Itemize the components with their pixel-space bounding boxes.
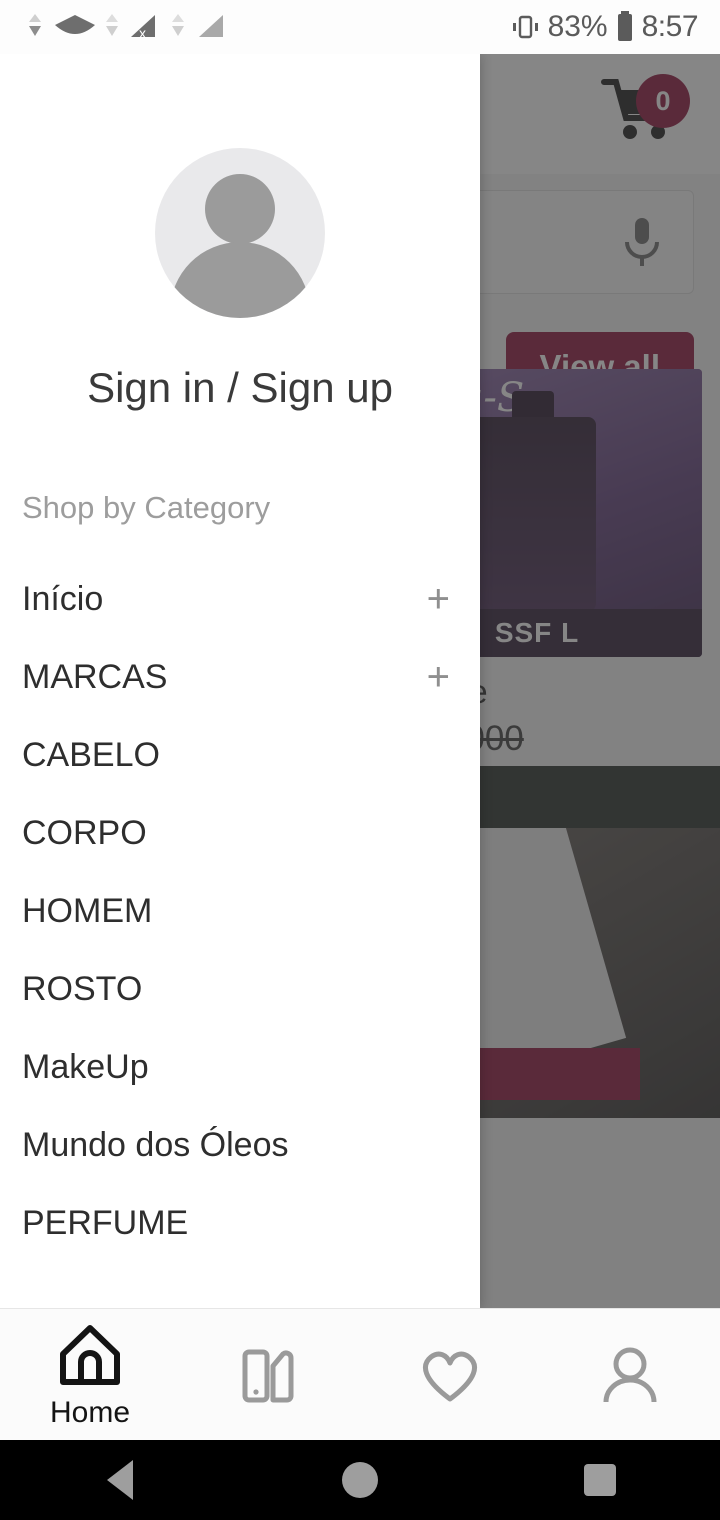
- sidebar-item-rosto[interactable]: ROSTO: [0, 950, 480, 1028]
- avatar-body-shape: [170, 242, 310, 318]
- status-bar-right-icons: 83% 8:57: [508, 10, 699, 44]
- sidebar-item-label: ROSTO: [22, 969, 143, 1008]
- drawer-menu-list: Início + MARCAS + CABELO CORPO HOMEM ROS…: [0, 560, 480, 1262]
- navigation-drawer: Sign in / Sign up Shop by Category Iníci…: [0, 54, 480, 1308]
- bottom-nav-wishlist[interactable]: [360, 1309, 540, 1440]
- shop-by-category-label: Shop by Category: [22, 490, 271, 525]
- categories-icon: [242, 1349, 294, 1402]
- sidebar-item-label: PERFUME: [22, 1203, 189, 1242]
- signal-arrows-icon-3: [172, 14, 184, 36]
- clock-label: 8:57: [641, 10, 699, 43]
- bottom-navigation-bar: Home: [0, 1308, 720, 1440]
- android-navigation-bar: [0, 1440, 720, 1520]
- account-icon: [603, 1347, 657, 1402]
- signal-bars-icon: [199, 15, 223, 37]
- expand-plus-icon[interactable]: +: [427, 579, 450, 619]
- heart-icon: [423, 1351, 477, 1401]
- sidebar-item-label: CORPO: [22, 813, 147, 852]
- bottom-nav-home-label: Home: [49, 1395, 131, 1429]
- bottom-nav-account[interactable]: [540, 1309, 720, 1440]
- vibrate-icon: [512, 15, 538, 39]
- wifi-icon: [55, 15, 95, 34]
- signal-no-service-icon: x: [131, 15, 155, 41]
- android-back-button[interactable]: [60, 1460, 180, 1500]
- sidebar-item-perfume[interactable]: PERFUME: [0, 1184, 480, 1262]
- status-bar-left-icons: x: [22, 11, 229, 43]
- android-home-button[interactable]: [300, 1462, 420, 1498]
- recents-square-icon: [584, 1464, 616, 1496]
- back-triangle-icon: [107, 1460, 133, 1500]
- home-circle-icon: [342, 1462, 378, 1498]
- signal-arrows-icon-2: [106, 14, 118, 36]
- sidebar-item-homem[interactable]: HOMEM: [0, 872, 480, 950]
- sidebar-item-label: Mundo dos Óleos: [22, 1125, 289, 1164]
- avatar: [155, 148, 325, 318]
- home-icon: [60, 1324, 120, 1385]
- expand-plus-icon[interactable]: +: [427, 657, 450, 697]
- avatar-head-shape: [205, 174, 275, 244]
- sign-in-sign-up-button[interactable]: Sign in / Sign up: [0, 364, 480, 412]
- sidebar-item-mundo-dos-oleos[interactable]: Mundo dos Óleos: [0, 1106, 480, 1184]
- sidebar-item-makeup[interactable]: MakeUp: [0, 1028, 480, 1106]
- signal-arrows-icon: [29, 14, 41, 36]
- android-recents-button[interactable]: [540, 1464, 660, 1496]
- svg-text:x: x: [139, 25, 146, 41]
- sidebar-item-label: Início: [22, 579, 104, 618]
- bottom-nav-categories[interactable]: [180, 1309, 360, 1440]
- bottom-nav-home[interactable]: Home: [0, 1309, 180, 1440]
- sidebar-item-corpo[interactable]: CORPO: [0, 794, 480, 872]
- sidebar-item-label: CABELO: [22, 735, 160, 774]
- sidebar-item-label: MakeUp: [22, 1047, 149, 1086]
- sidebar-item-label: MARCAS: [22, 657, 168, 696]
- sidebar-item-label: HOMEM: [22, 891, 153, 930]
- sidebar-item-marcas[interactable]: MARCAS +: [0, 638, 480, 716]
- status-bar: x 83% 8:57: [0, 0, 720, 54]
- avatar-container[interactable]: [0, 54, 480, 318]
- battery-percent-label: 83%: [547, 10, 608, 43]
- battery-icon: [617, 11, 632, 41]
- sidebar-item-cabelo[interactable]: CABELO: [0, 716, 480, 794]
- sidebar-item-inicio[interactable]: Início +: [0, 560, 480, 638]
